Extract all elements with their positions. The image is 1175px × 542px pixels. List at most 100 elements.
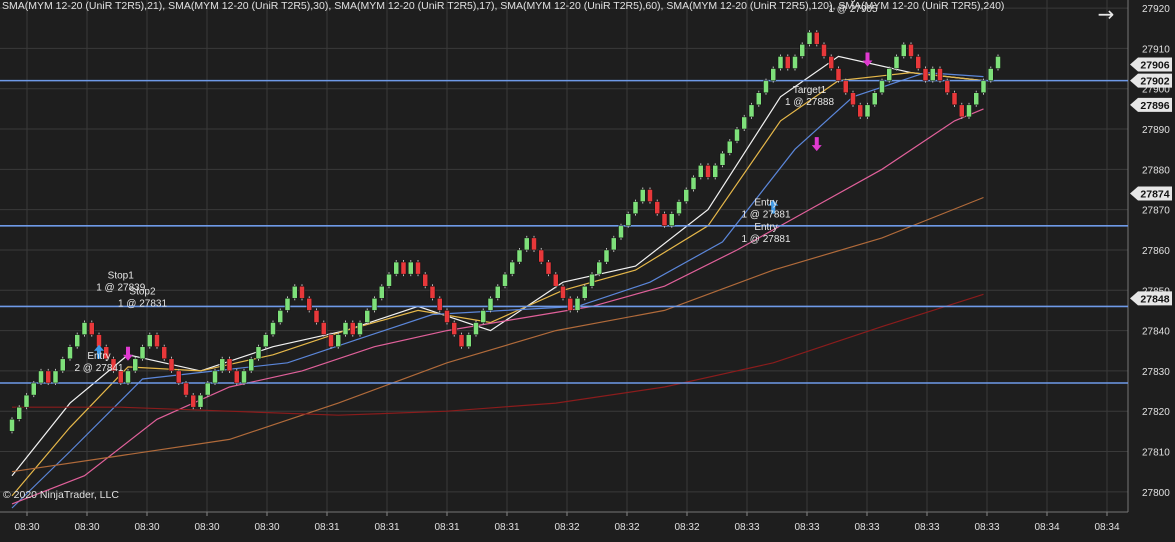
candle-down: [538, 249, 544, 263]
candle-down: [785, 56, 791, 69]
trade-annotation-detail: 1 @ 27831: [118, 298, 168, 309]
candle-up: [683, 189, 689, 202]
trade-annotation-detail: 1 @ 27881: [741, 210, 791, 221]
candle-up: [393, 261, 399, 275]
candle-up: [473, 322, 479, 335]
candle-up: [60, 358, 66, 372]
candle-down: [458, 334, 465, 347]
candle-up: [988, 68, 994, 81]
candle-up: [930, 68, 936, 81]
candle-down: [313, 310, 320, 323]
candle-up: [995, 56, 1001, 69]
candle-up: [248, 358, 254, 372]
candle-down: [161, 346, 167, 360]
candle-up: [67, 346, 73, 360]
x-tick-label: 08:33: [794, 522, 819, 533]
candle-up: [487, 298, 494, 311]
candle-up: [139, 346, 146, 360]
candle-up: [966, 104, 972, 118]
candle-down: [922, 68, 929, 81]
candle-up: [741, 116, 747, 130]
candle-down: [190, 394, 196, 408]
candle-up: [255, 346, 262, 360]
candle-up: [364, 310, 370, 323]
plot-area: [0, 0, 1128, 512]
arrow-right-icon[interactable]: →: [1094, 3, 1118, 25]
candle-up: [357, 322, 363, 335]
x-tick-label: 08:32: [614, 522, 639, 533]
y-tick-label: 27840: [1142, 327, 1170, 338]
candle-down: [959, 104, 965, 118]
candle-up: [727, 140, 733, 154]
candle-down: [531, 237, 537, 251]
price-label-text: 27902: [1140, 76, 1169, 88]
candle-up: [342, 322, 349, 335]
candle-down: [168, 358, 175, 372]
y-tick-label: 27830: [1142, 367, 1170, 378]
y-tick-label: 27920: [1142, 4, 1170, 15]
candle-up: [263, 334, 269, 347]
price-label-text: 27896: [1140, 100, 1169, 112]
candle-up: [74, 334, 80, 347]
candle-up: [879, 80, 885, 93]
candle-down: [183, 382, 189, 396]
candle-up: [197, 394, 204, 408]
y-tick-label: 27910: [1142, 44, 1170, 55]
x-tick-label: 08:33: [734, 522, 759, 533]
x-tick-label: 08:31: [434, 522, 459, 533]
candle-up: [756, 92, 762, 106]
candle-up: [574, 298, 581, 311]
x-tick-label: 08:33: [914, 522, 939, 533]
candle-up: [712, 165, 718, 178]
candle-down: [400, 261, 407, 275]
price-label-text: 27874: [1140, 189, 1169, 201]
x-tick-label: 08:30: [194, 522, 219, 533]
candle-up: [770, 68, 776, 81]
candle-up: [698, 165, 704, 178]
x-tick-label: 08:31: [314, 522, 339, 533]
candle-down: [176, 370, 182, 384]
price-label-text: 27906: [1140, 60, 1169, 72]
copyright-text: © 2020 NinjaTrader, LLC: [3, 489, 119, 501]
y-tick-label: 27820: [1142, 407, 1170, 418]
candle-up: [495, 285, 501, 299]
candle-down: [567, 298, 573, 311]
candle-down: [654, 201, 660, 214]
candle-up: [132, 358, 138, 372]
candle-down: [444, 310, 450, 323]
candle-up: [241, 370, 247, 384]
candle-up: [676, 201, 682, 214]
candle-up: [212, 370, 218, 384]
candle-up: [480, 310, 486, 323]
candle-up: [81, 322, 88, 335]
candle-down: [451, 322, 457, 335]
x-tick-label: 08:33: [854, 522, 879, 533]
candle-down: [429, 285, 436, 299]
x-tick-label: 08:30: [134, 522, 159, 533]
candle-up: [379, 285, 385, 299]
candle-down: [45, 370, 51, 384]
y-tick-label: 27810: [1142, 448, 1170, 459]
trade-annotation-detail: 1 @ 27888: [785, 97, 835, 108]
candle-down: [705, 165, 711, 178]
candle-up: [205, 382, 211, 396]
candle-up: [277, 310, 283, 323]
price-chart[interactable]: 2780027810278202783027840278502786027870…: [0, 0, 1175, 542]
candle-down: [908, 44, 914, 57]
candle-up: [502, 273, 508, 287]
x-tick-label: 08:31: [374, 522, 399, 533]
candle-down: [843, 80, 849, 93]
candle-down: [850, 92, 856, 106]
trade-annotation-title: Entry: [754, 222, 777, 233]
candle-down: [937, 68, 943, 81]
candle-down: [821, 44, 827, 57]
candle-down: [828, 56, 834, 69]
indicator-legend: SMA(MYM 12-20 (UniR T2R5),21), SMA(MYM 1…: [2, 0, 1005, 12]
candle-up: [371, 298, 378, 311]
candle-up: [640, 189, 646, 202]
candle-up: [611, 237, 617, 251]
candle-up: [284, 298, 291, 311]
candle-down: [437, 298, 443, 311]
candle-up: [509, 261, 515, 275]
candle-up: [31, 382, 37, 396]
